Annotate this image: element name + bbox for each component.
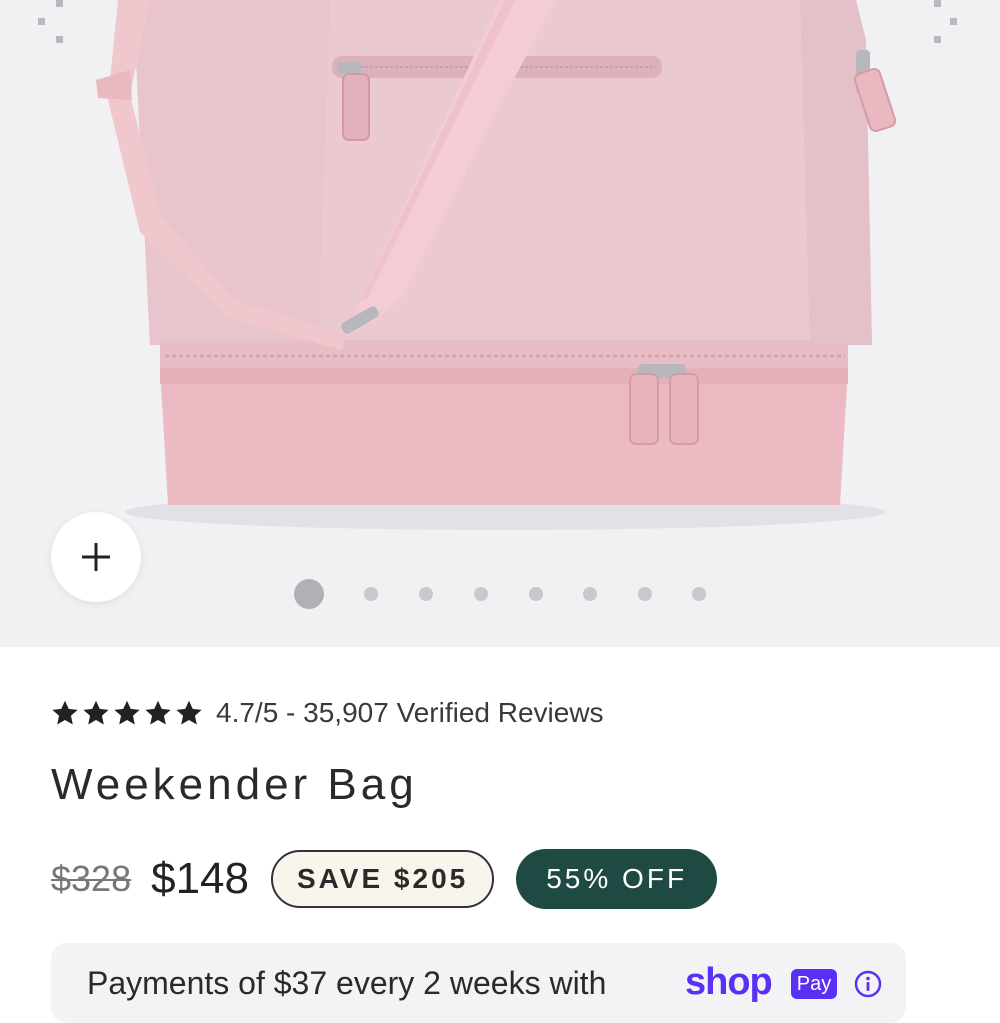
gallery-corner-right — [930, 0, 970, 50]
star-rating — [51, 699, 203, 727]
discount-badge: 55% OFF — [516, 849, 718, 909]
gallery-dot[interactable] — [529, 587, 543, 601]
original-price: $328 — [51, 858, 132, 899]
gallery-dot[interactable] — [638, 587, 652, 601]
gallery-dot[interactable] — [474, 587, 488, 601]
gallery-dot[interactable] — [294, 579, 324, 609]
save-badge: SAVE $205 — [270, 850, 495, 908]
star-icon — [176, 700, 202, 725]
gallery-corner-left — [38, 0, 78, 50]
plus-icon — [82, 543, 110, 571]
shop-pay-logo: shop — [685, 961, 773, 1003]
shop-pay-installments: Payments of $37 every 2 weeks with shop … — [51, 943, 906, 1023]
gallery-dot[interactable] — [692, 587, 706, 601]
product-image — [96, 0, 897, 530]
sale-price: $148 — [151, 854, 249, 903]
gallery-dot[interactable] — [583, 587, 597, 601]
product-title: Weekender Bag — [51, 760, 418, 809]
zoom-button[interactable] — [51, 512, 141, 602]
gallery-dot[interactable] — [419, 587, 433, 601]
installments-text: Payments of $37 every 2 weeks with — [87, 965, 607, 1001]
gallery-pagination — [294, 578, 714, 609]
star-icon — [114, 700, 140, 725]
star-icon — [52, 700, 78, 725]
product-gallery[interactable] — [0, 0, 1000, 647]
info-icon[interactable] — [854, 970, 882, 998]
gallery-dot[interactable] — [364, 587, 378, 601]
price-row: $328 $148 SAVE $205 55% OFF — [51, 848, 718, 910]
star-icon — [145, 700, 171, 725]
star-icon — [83, 700, 109, 725]
shop-pay-chip: Pay — [791, 969, 837, 999]
rating-summary[interactable]: 4.7/5 - 35,907 Verified Reviews — [51, 694, 604, 732]
rating-text[interactable]: 4.7/5 - 35,907 Verified Reviews — [216, 697, 604, 729]
